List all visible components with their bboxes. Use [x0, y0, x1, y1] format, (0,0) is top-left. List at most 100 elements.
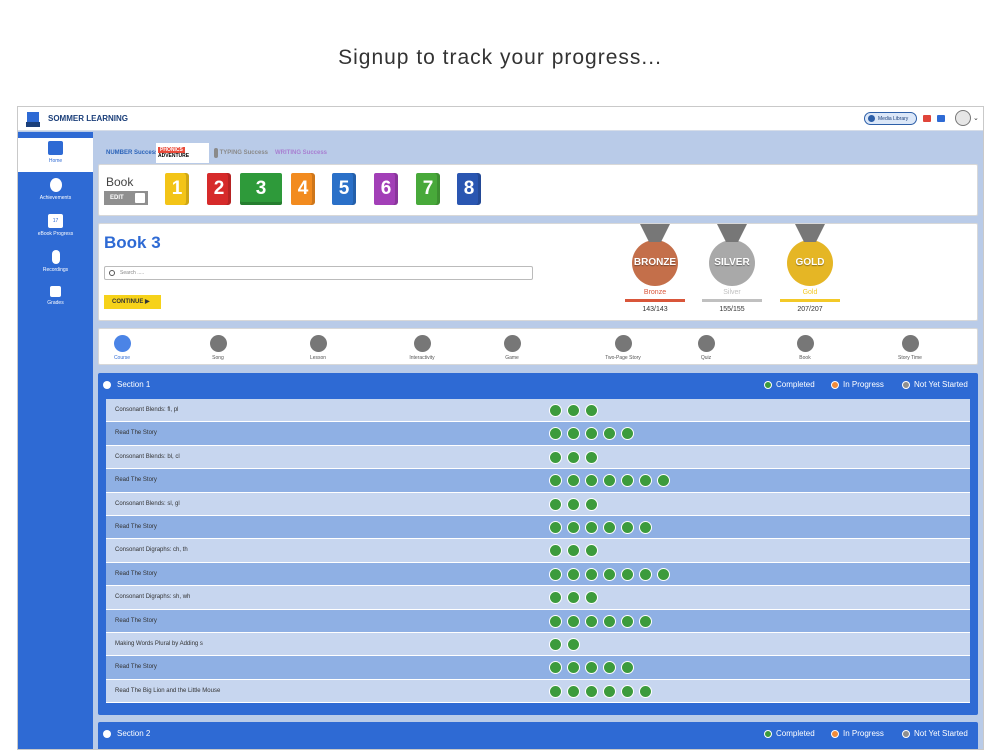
activity-complete-icon[interactable]	[567, 567, 580, 581]
book-7-button[interactable]: 7	[416, 173, 440, 205]
table-row[interactable]: Read The Story	[106, 515, 970, 540]
activity-complete-icon[interactable]	[549, 404, 562, 417]
activity-complete-icon[interactable]	[567, 544, 580, 558]
activity-complete-icon[interactable]	[621, 520, 634, 534]
activity-complete-icon[interactable]	[621, 614, 634, 628]
activity-complete-icon[interactable]	[657, 567, 670, 581]
book-1-button[interactable]: 1	[165, 173, 189, 205]
book-8-button[interactable]: 8	[457, 173, 481, 205]
activity-complete-icon[interactable]	[585, 684, 598, 698]
activity-complete-icon[interactable]	[549, 544, 562, 558]
tab-interactivity[interactable]: Interactivity	[392, 335, 452, 361]
activity-complete-icon[interactable]	[585, 450, 598, 464]
activity-complete-icon[interactable]	[603, 427, 616, 441]
sidebar-item-ebook-progress[interactable]: 17 eBook Progress	[18, 211, 93, 245]
activity-complete-icon[interactable]	[603, 661, 616, 675]
activity-complete-icon[interactable]	[621, 567, 634, 581]
activity-complete-icon[interactable]	[549, 520, 562, 534]
tab-phonics-adventure[interactable]: PHONICS ADVENTURE	[156, 143, 209, 163]
edit-button[interactable]: EDIT	[104, 191, 148, 205]
activity-complete-icon[interactable]	[549, 474, 562, 488]
activity-complete-icon[interactable]	[621, 474, 634, 488]
activity-complete-icon[interactable]	[585, 497, 598, 511]
tab-story-time[interactable]: Story Time	[880, 335, 940, 361]
tab-two-page-story[interactable]: Two-Page Story	[593, 335, 653, 361]
mail-icon[interactable]	[937, 115, 945, 122]
activity-complete-icon[interactable]	[639, 567, 652, 581]
book-5-button[interactable]: 5	[332, 173, 356, 205]
table-row[interactable]: Consonant Blends: bl, cl	[106, 445, 970, 470]
activity-complete-icon[interactable]	[585, 661, 598, 675]
activity-complete-icon[interactable]	[585, 520, 598, 534]
tab-game[interactable]: Game	[482, 335, 542, 361]
activity-complete-icon[interactable]	[567, 520, 580, 534]
activity-complete-icon[interactable]	[567, 661, 580, 675]
tab-quiz[interactable]: Quiz	[676, 335, 736, 361]
sidebar-item-home[interactable]: Home	[18, 138, 93, 172]
tab-lesson[interactable]: Lesson	[288, 335, 348, 361]
activity-complete-icon[interactable]	[567, 684, 580, 698]
activity-complete-icon[interactable]	[603, 520, 616, 534]
activity-complete-icon[interactable]	[639, 520, 652, 534]
activity-complete-icon[interactable]	[549, 567, 562, 581]
book-6-button[interactable]: 6	[374, 173, 398, 205]
continue-button[interactable]: CONTINUE ▶	[104, 295, 161, 309]
activity-complete-icon[interactable]	[567, 427, 580, 441]
activity-complete-icon[interactable]	[657, 474, 670, 488]
book-2-button[interactable]: 2	[207, 173, 231, 205]
sidebar-item-grades[interactable]: Grades	[18, 283, 93, 317]
activity-complete-icon[interactable]	[549, 684, 562, 698]
activity-complete-icon[interactable]	[603, 684, 616, 698]
table-row[interactable]: Consonant Digraphs: sh, wh	[106, 586, 970, 610]
activity-complete-icon[interactable]	[567, 497, 580, 511]
activity-complete-icon[interactable]	[585, 474, 598, 488]
activity-complete-icon[interactable]	[639, 684, 652, 698]
activity-complete-icon[interactable]	[549, 450, 562, 464]
activity-complete-icon[interactable]	[567, 474, 580, 488]
activity-complete-icon[interactable]	[603, 614, 616, 628]
tab-course[interactable]: Course	[92, 335, 152, 361]
table-row[interactable]: Making Words Plural by Adding s	[106, 632, 970, 657]
table-row[interactable]: Read The Story	[106, 656, 970, 680]
activity-complete-icon[interactable]	[585, 567, 598, 581]
activity-complete-icon[interactable]	[603, 567, 616, 581]
activity-complete-icon[interactable]	[549, 427, 562, 441]
sidebar-item-achievements[interactable]: Achievements	[18, 175, 93, 209]
activity-complete-icon[interactable]	[567, 591, 580, 605]
activity-complete-icon[interactable]	[549, 591, 562, 605]
table-row[interactable]: Read The Story	[106, 422, 970, 446]
activity-complete-icon[interactable]	[549, 661, 562, 675]
sidebar-item-recordings[interactable]: Recordings	[18, 247, 93, 281]
table-row[interactable]: Consonant Digraphs: ch, th	[106, 539, 970, 563]
activity-complete-icon[interactable]	[603, 474, 616, 488]
section-1-header[interactable]: Section 1 Completed In Progress Not Yet …	[98, 373, 978, 397]
table-row[interactable]: Consonant Blends: fl, pl	[106, 399, 970, 423]
book-3-button[interactable]: 3	[240, 173, 282, 205]
activity-complete-icon[interactable]	[567, 637, 580, 651]
tab-typing-success[interactable]: TYPING Success	[212, 143, 268, 163]
activity-complete-icon[interactable]	[639, 614, 652, 628]
collapse-icon[interactable]	[103, 730, 111, 738]
collapse-icon[interactable]	[103, 381, 111, 389]
activity-complete-icon[interactable]	[585, 544, 598, 558]
search-input[interactable]: Search .....	[104, 266, 533, 280]
activity-complete-icon[interactable]	[621, 427, 634, 441]
activity-complete-icon[interactable]	[585, 404, 598, 417]
activity-complete-icon[interactable]	[639, 474, 652, 488]
activity-complete-icon[interactable]	[567, 404, 580, 417]
table-row[interactable]: Read The Story	[106, 469, 970, 493]
avatar[interactable]	[955, 110, 971, 126]
flag-icon[interactable]	[923, 115, 931, 122]
media-library-button[interactable]: Media Library	[864, 112, 917, 125]
tab-number-success[interactable]: NUMBER Success	[102, 143, 158, 163]
tab-book[interactable]: Book	[775, 335, 835, 361]
activity-complete-icon[interactable]	[585, 427, 598, 441]
activity-complete-icon[interactable]	[549, 637, 562, 651]
activity-complete-icon[interactable]	[567, 450, 580, 464]
tab-song[interactable]: Song	[188, 335, 248, 361]
activity-complete-icon[interactable]	[549, 497, 562, 511]
tab-writing-success[interactable]: WRITING Success	[271, 143, 327, 163]
section-2-header[interactable]: Section 2 Completed In Progress Not Yet …	[98, 722, 978, 746]
activity-complete-icon[interactable]	[567, 614, 580, 628]
activity-complete-icon[interactable]	[621, 661, 634, 675]
